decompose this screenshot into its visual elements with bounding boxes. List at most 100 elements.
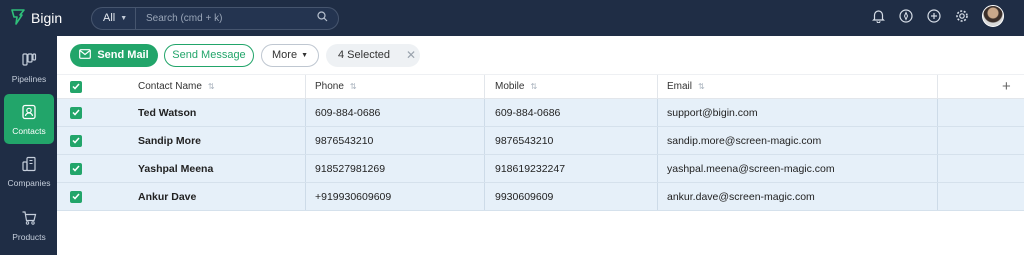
sort-icon[interactable]: ⇅ bbox=[698, 82, 705, 91]
phone-cell[interactable]: 609-884-0686 bbox=[315, 99, 380, 126]
send-mail-label: Send Mail bbox=[97, 49, 149, 61]
clear-selection-icon[interactable]: ✕ bbox=[406, 48, 416, 62]
table-row[interactable]: Sandip More 9876543210 9876543210 sandip… bbox=[57, 127, 1024, 155]
sidebar-item-label: Companies bbox=[7, 177, 51, 188]
row-checkbox[interactable] bbox=[70, 99, 82, 126]
phone-cell[interactable]: +919930609609 bbox=[315, 183, 391, 210]
selection-count-chip: 4 Selected ✕ bbox=[326, 43, 420, 67]
chevron-down-icon: ▼ bbox=[120, 14, 128, 22]
column-divider bbox=[305, 127, 306, 154]
sidebar-item-label: Pipelines bbox=[11, 73, 47, 84]
select-all-checkbox[interactable] bbox=[70, 75, 82, 98]
column-divider bbox=[305, 155, 306, 182]
user-avatar[interactable] bbox=[982, 5, 1004, 27]
app-logo[interactable]: Bigin bbox=[11, 8, 81, 28]
column-divider bbox=[484, 99, 485, 126]
column-header-contact-name[interactable]: Contact Name ⇅ bbox=[138, 75, 215, 98]
row-checkbox[interactable] bbox=[70, 127, 82, 154]
more-label: More bbox=[272, 49, 298, 61]
email-cell[interactable]: yashpal.meena@screen-magic.com bbox=[667, 155, 835, 182]
column-divider bbox=[657, 99, 658, 126]
column-divider bbox=[937, 155, 938, 182]
column-header-email[interactable]: Email ⇅ bbox=[667, 75, 705, 98]
send-mail-button[interactable]: Send Mail bbox=[70, 43, 158, 67]
phone-cell[interactable]: 9876543210 bbox=[315, 127, 373, 154]
column-divider[interactable] bbox=[937, 75, 938, 98]
column-divider[interactable] bbox=[484, 75, 485, 98]
selection-count: 4 Selected bbox=[338, 49, 390, 61]
column-header-mobile[interactable]: Mobile ⇅ bbox=[495, 75, 537, 98]
sidebar-item-contacts[interactable]: Contacts bbox=[4, 94, 54, 144]
column-header-label: Phone bbox=[315, 81, 344, 92]
contact-name-cell[interactable]: Yashpal Meena bbox=[138, 155, 213, 182]
sidebar-item-label: Contacts bbox=[12, 125, 46, 136]
column-divider bbox=[937, 99, 938, 126]
search-scope-dropdown[interactable]: All ▼ bbox=[92, 7, 136, 29]
sidebar-item-label: Products bbox=[12, 231, 46, 242]
search-input[interactable]: Search (cmd + k) bbox=[146, 13, 317, 24]
top-bar: Bigin All ▼ Search (cmd + k) bbox=[0, 0, 1024, 36]
table-row[interactable]: Ted Watson 609-884-0686 609-884-0686 sup… bbox=[57, 99, 1024, 127]
sidebar-item-products[interactable]: Products bbox=[4, 200, 54, 250]
email-cell[interactable]: sandip.more@screen-magic.com bbox=[667, 127, 821, 154]
column-header-phone[interactable]: Phone ⇅ bbox=[315, 75, 357, 98]
chevron-down-icon: ▼ bbox=[301, 51, 308, 59]
email-cell[interactable]: support@bigin.com bbox=[667, 99, 758, 126]
column-header-label: Email bbox=[667, 81, 693, 92]
sort-icon[interactable]: ⇅ bbox=[208, 82, 215, 91]
sort-icon[interactable]: ⇅ bbox=[530, 82, 537, 91]
pipelines-icon bbox=[21, 51, 37, 69]
mobile-cell[interactable]: 609-884-0686 bbox=[495, 99, 560, 126]
sort-icon[interactable]: ⇅ bbox=[350, 82, 357, 91]
compass-icon[interactable] bbox=[898, 8, 914, 24]
column-divider bbox=[305, 99, 306, 126]
column-divider bbox=[484, 127, 485, 154]
check-icon bbox=[70, 134, 82, 147]
mobile-cell[interactable]: 9876543210 bbox=[495, 127, 553, 154]
check-icon bbox=[70, 80, 82, 93]
check-icon bbox=[70, 106, 82, 119]
contacts-icon bbox=[21, 103, 37, 121]
contacts-table: Contact Name ⇅ Phone ⇅ Mobile ⇅ Email ⇅ + Te… bbox=[57, 74, 1024, 211]
more-dropdown-button[interactable]: More ▼ bbox=[261, 43, 319, 67]
sidebar: Pipelines Contacts Companies Products bbox=[0, 36, 57, 255]
contact-name-cell[interactable]: Ted Watson bbox=[138, 99, 196, 126]
email-cell[interactable]: ankur.dave@screen-magic.com bbox=[667, 183, 815, 210]
mail-icon bbox=[79, 48, 92, 62]
mobile-cell[interactable]: 9930609609 bbox=[495, 183, 553, 210]
column-divider bbox=[937, 127, 938, 154]
column-divider bbox=[937, 183, 938, 210]
search-bar: All ▼ Search (cmd + k) bbox=[91, 6, 339, 30]
add-column-button[interactable]: + bbox=[1002, 75, 1011, 98]
sidebar-item-pipelines[interactable]: Pipelines bbox=[4, 42, 54, 92]
check-icon bbox=[70, 190, 82, 203]
column-divider bbox=[657, 183, 658, 210]
bigin-logo-icon bbox=[11, 8, 25, 28]
column-divider bbox=[484, 183, 485, 210]
table-header-row: Contact Name ⇅ Phone ⇅ Mobile ⇅ Email ⇅ + bbox=[57, 74, 1024, 99]
bell-icon[interactable] bbox=[870, 8, 886, 24]
phone-cell[interactable]: 918527981269 bbox=[315, 155, 385, 182]
gear-icon[interactable] bbox=[954, 8, 970, 24]
send-message-label: Send Message bbox=[172, 49, 246, 61]
column-divider[interactable] bbox=[657, 75, 658, 98]
bulk-action-toolbar: Send Mail Send Message More ▼ 4 Selected… bbox=[70, 43, 420, 67]
mobile-cell[interactable]: 918619232247 bbox=[495, 155, 565, 182]
table-row[interactable]: Yashpal Meena 918527981269 918619232247 … bbox=[57, 155, 1024, 183]
search-icon[interactable] bbox=[317, 11, 328, 25]
column-header-label: Mobile bbox=[495, 81, 525, 92]
sidebar-item-companies[interactable]: Companies bbox=[4, 146, 54, 196]
column-divider bbox=[657, 127, 658, 154]
column-divider[interactable] bbox=[305, 75, 306, 98]
plus-circle-icon[interactable] bbox=[926, 8, 942, 24]
check-icon bbox=[70, 162, 82, 175]
contact-name-cell[interactable]: Sandip More bbox=[138, 127, 201, 154]
column-header-label: Contact Name bbox=[138, 81, 202, 92]
top-icons bbox=[858, 5, 1004, 27]
send-message-button[interactable]: Send Message bbox=[164, 43, 254, 67]
column-divider bbox=[305, 183, 306, 210]
row-checkbox[interactable] bbox=[70, 183, 82, 210]
table-row[interactable]: Ankur Dave +919930609609 9930609609 anku… bbox=[57, 183, 1024, 211]
row-checkbox[interactable] bbox=[70, 155, 82, 182]
contact-name-cell[interactable]: Ankur Dave bbox=[138, 183, 196, 210]
